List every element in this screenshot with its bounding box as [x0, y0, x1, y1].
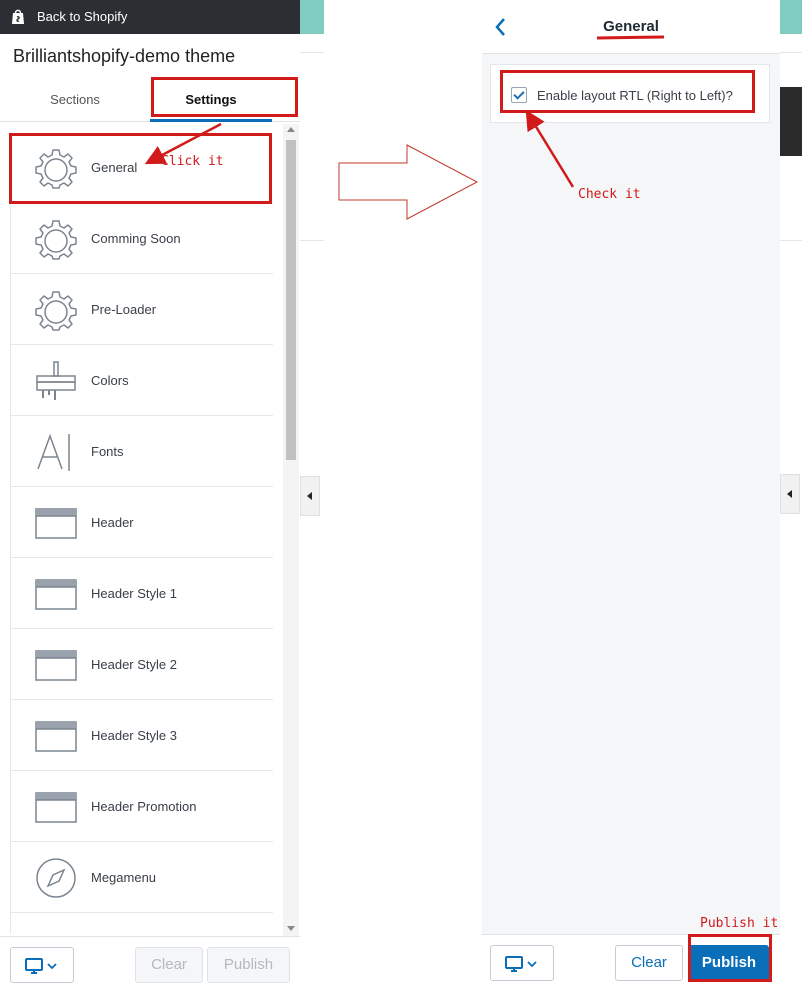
- scroll-up-icon[interactable]: [287, 127, 295, 132]
- settings-item-label: Header Style 1: [91, 586, 177, 601]
- header-layout-icon: [35, 792, 77, 823]
- gear-icon: [35, 291, 77, 331]
- device-preview-button[interactable]: [10, 947, 74, 983]
- scroll-down-icon[interactable]: [287, 926, 295, 931]
- collapse-sidebar-button[interactable]: [300, 476, 320, 516]
- collapse-arrow-icon: [787, 490, 792, 498]
- header-layout-icon: [35, 650, 77, 681]
- settings-item-label: Header Promotion: [91, 799, 197, 814]
- settings-item-label: Header Style 2: [91, 657, 177, 672]
- preview-header-strip: [300, 0, 324, 34]
- flow-arrow-icon: [338, 144, 479, 220]
- settings-list: General Comming Soon Pre-Loader Colors F…: [10, 132, 273, 934]
- device-preview-button[interactable]: [490, 945, 554, 981]
- gear-icon: [35, 220, 77, 260]
- preview-divider: [780, 240, 802, 241]
- tab-sections[interactable]: Sections: [0, 78, 150, 122]
- settings-item-fonts[interactable]: Fonts: [11, 416, 273, 487]
- settings-item-label: Fonts: [91, 444, 124, 459]
- settings-item-header-promotion[interactable]: Header Promotion: [11, 771, 273, 842]
- general-settings-panel: General Enable layout RTL (Right to Left…: [482, 0, 780, 984]
- compass-icon: [36, 858, 76, 898]
- annotation-publish-it: Publish it: [700, 916, 779, 931]
- publish-button-highlight: [688, 934, 772, 982]
- panel-header: General: [482, 0, 780, 54]
- settings-item-megamenu[interactable]: Megamenu: [11, 842, 273, 913]
- collapse-arrow-icon: [307, 492, 312, 500]
- settings-item-label: Pre-Loader: [91, 302, 157, 317]
- preview-divider: [300, 240, 324, 241]
- settings-item-label: Comming Soon: [91, 231, 181, 246]
- collapse-sidebar-button[interactable]: [780, 474, 800, 514]
- preview-dark-band: [780, 87, 802, 156]
- font-icon: [37, 433, 70, 471]
- preview-divider: [300, 52, 324, 53]
- settings-item-label: Colors: [91, 373, 129, 388]
- settings-item-label: Header: [91, 515, 134, 530]
- annotation-check-it: Check it: [578, 187, 641, 202]
- settings-item-header-style-2[interactable]: Header Style 2: [11, 629, 273, 700]
- header-layout-icon: [35, 579, 77, 610]
- theme-name-title: Brilliantshopify-demo theme: [13, 46, 236, 66]
- rtl-option-highlight: [500, 70, 755, 113]
- back-to-shopify-link[interactable]: Back to Shopify: [37, 9, 127, 24]
- settings-item-header-style-1[interactable]: Header Style 1: [11, 558, 273, 629]
- settings-list-scrollbar[interactable]: [283, 124, 299, 936]
- settings-item-partial[interactable]: [11, 913, 273, 934]
- preview-header-strip: [780, 0, 802, 34]
- settings-item-header[interactable]: Header: [11, 487, 273, 558]
- paint-roller-icon: [36, 361, 76, 400]
- shopify-bag-icon: [12, 9, 24, 24]
- settings-item-pre-loader[interactable]: Pre-Loader: [11, 274, 273, 345]
- sidebar-footer: Clear Publish: [0, 936, 300, 984]
- settings-item-colors[interactable]: Colors: [11, 345, 273, 416]
- settings-item-header-style-3[interactable]: Header Style 3: [11, 700, 273, 771]
- publish-button[interactable]: Publish: [207, 947, 290, 983]
- scrollbar-thumb[interactable]: [286, 140, 296, 460]
- settings-tab-highlight: [151, 77, 298, 117]
- header-layout-icon: [35, 508, 77, 539]
- settings-item-comming-soon[interactable]: Comming Soon: [11, 203, 273, 274]
- desktop-icon: [505, 956, 537, 972]
- settings-item-label: Megamenu: [91, 870, 157, 885]
- panel-title: General: [603, 18, 659, 35]
- back-to-shopify-bar[interactable]: Back to Shopify: [0, 0, 300, 34]
- settings-item-label: Header Style 3: [91, 728, 177, 743]
- desktop-icon: [25, 958, 57, 974]
- general-item-highlight: [9, 133, 272, 204]
- tutorial-canvas: Back to Shopify Brilliantshopify-demo th…: [0, 0, 802, 984]
- header-layout-icon: [35, 721, 77, 752]
- preview-divider: [780, 52, 802, 53]
- clear-button[interactable]: Clear: [615, 945, 683, 981]
- clear-button[interactable]: Clear: [135, 947, 203, 983]
- annotation-click-it: Click it: [161, 154, 224, 169]
